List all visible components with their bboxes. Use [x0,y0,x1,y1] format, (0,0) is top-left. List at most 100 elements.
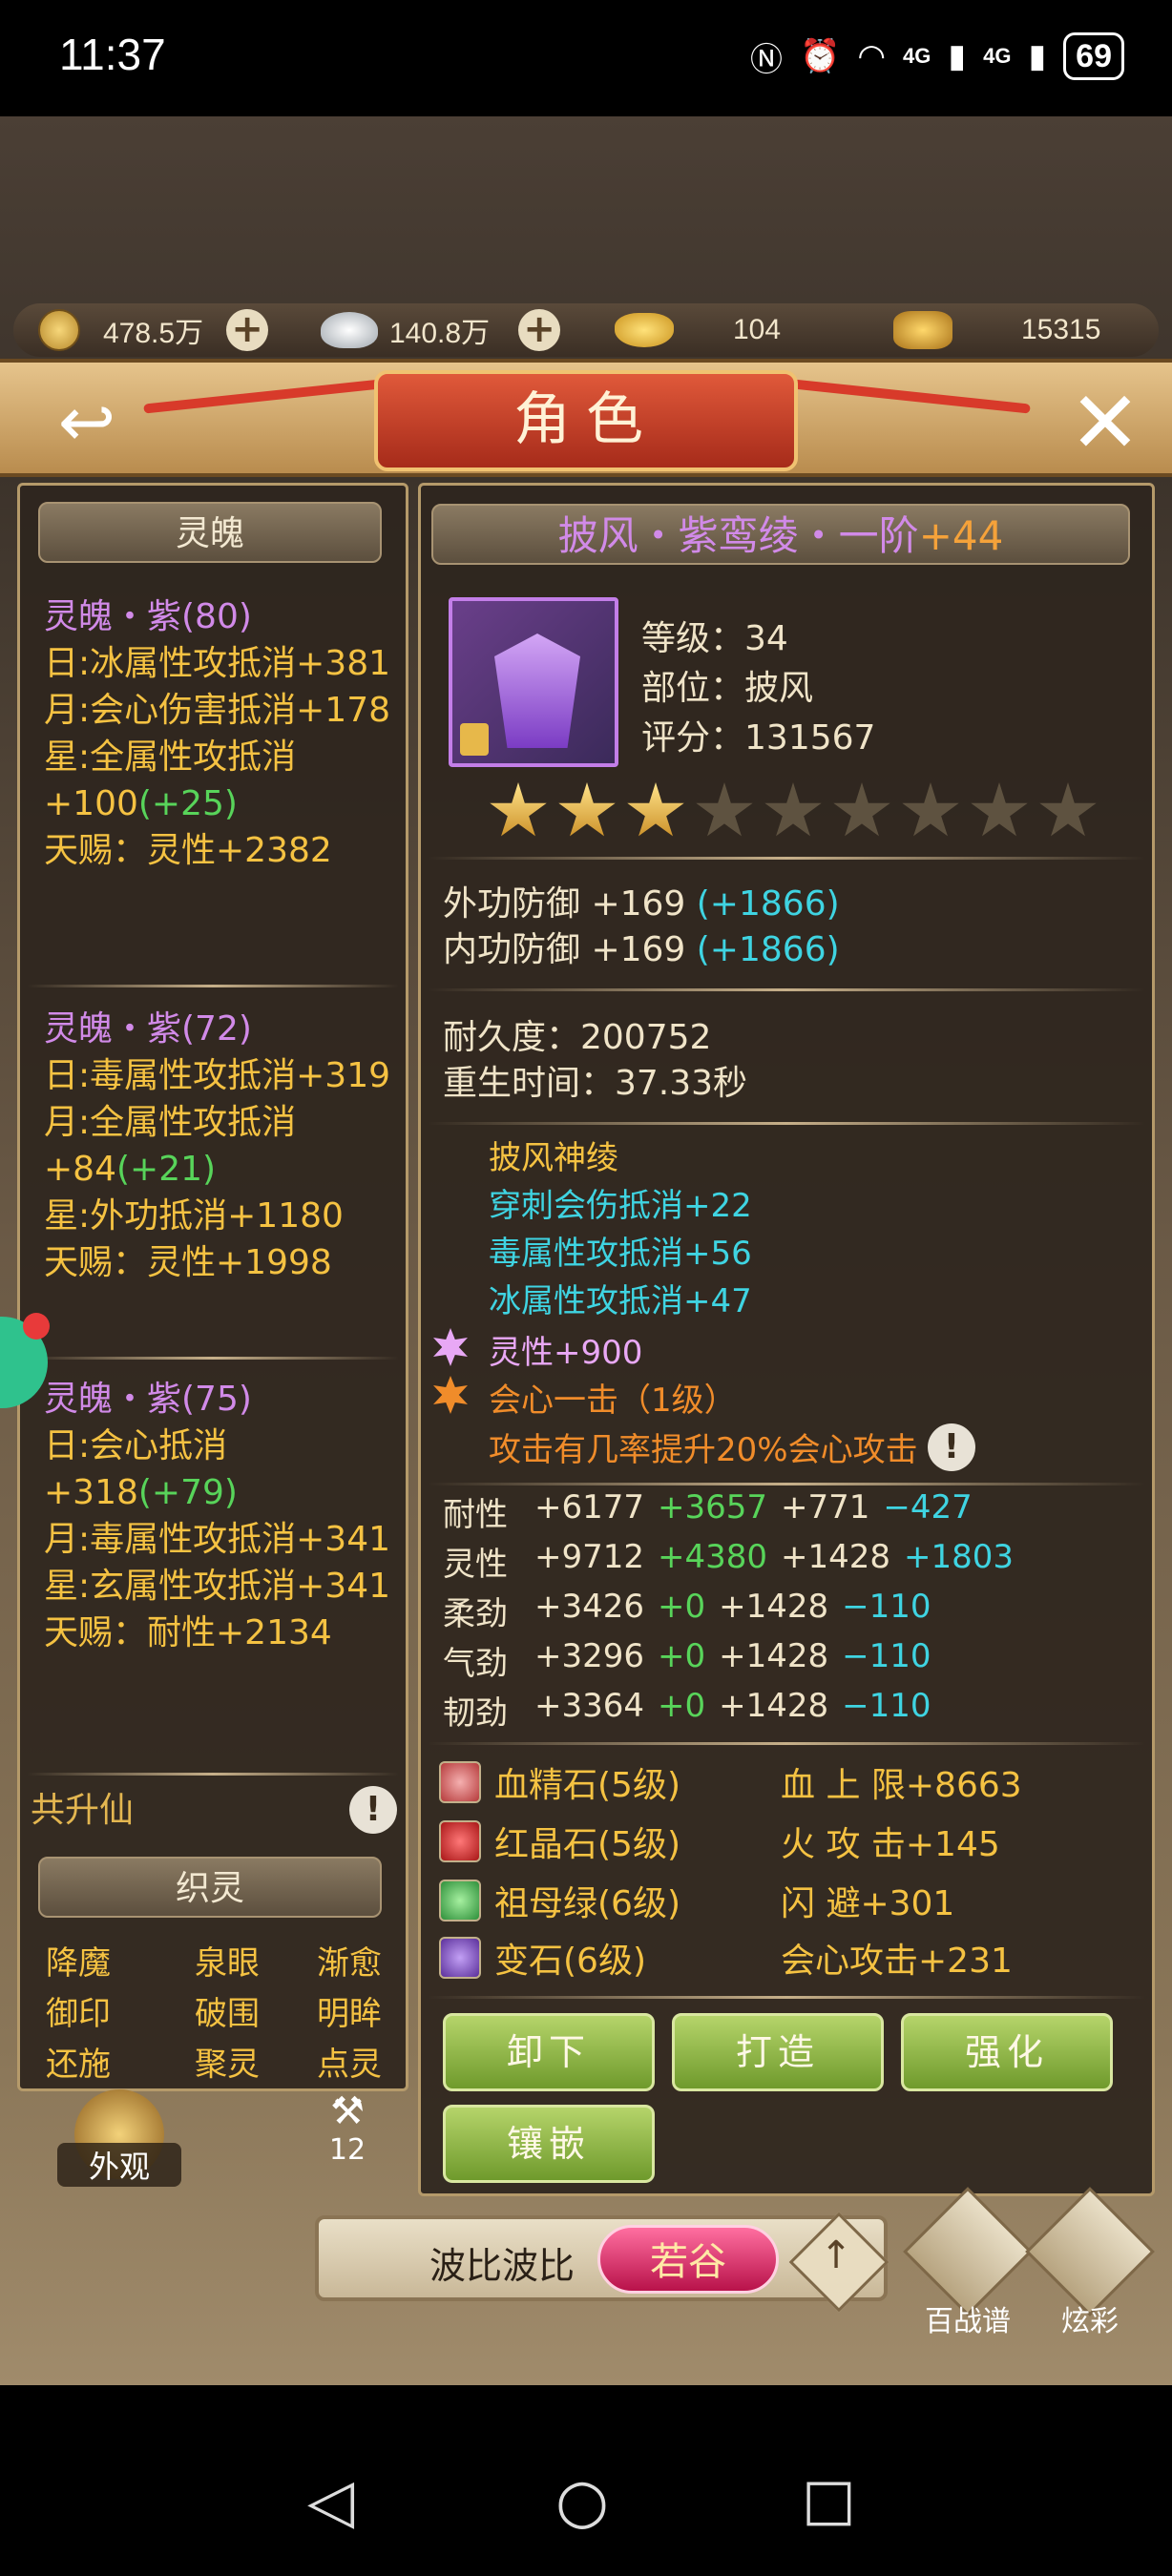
weave-skill[interactable]: 降魔 [46,1937,167,1984]
ribbon-decoration [143,378,391,414]
weave-skill[interactable]: 聚灵 [167,2038,288,2085]
gem-row[interactable]: 变石(6级) 会心攻击+231 [439,1933,1013,1983]
weave-title: 织灵 [38,1857,382,1918]
alexandrite-icon [439,1937,481,1979]
gem-row[interactable]: 祖母绿(6级) 闪 避+301 [439,1876,954,1925]
star-filled-icon [627,782,684,837]
status-icons: Ⓝ ⏰ ◠ 4G ▮ 4G ▮ 69 [750,32,1124,80]
close-button[interactable]: ✕ [1059,378,1151,469]
add-copper-button[interactable]: + [226,309,269,351]
skill-info-button[interactable]: ! [928,1423,975,1471]
attribute-row: 柔劲 +3426 +0 +1428 −110 [443,1588,931,1633]
soul-line: 星:外功抵消+1180 [44,1196,344,1236]
star-empty-icon [971,782,1028,837]
soul-group-1: 灵魄・紫(80) 日:冰属性攻抵消+381 月:会心伤害抵消+178 星:全属性… [44,593,407,874]
inlay-button[interactable]: 镶嵌 [443,2105,655,2183]
soul-line: 月:全属性攻抵消+84(+21) [44,1103,297,1189]
weave-skill[interactable]: 御印 [46,1987,167,2034]
silver-ingot-icon [321,312,378,348]
divider [428,988,1145,991]
soul-line: 天赐：灵性+1998 [44,1243,332,1282]
star-rating [489,782,1098,841]
status-bar: 11:37 Ⓝ ⏰ ◠ 4G ▮ 4G ▮ 69 [0,0,1172,116]
set-effect: 冰属性攻抵消+47 [489,1282,752,1320]
soul-group-3: 灵魄・紫(75) 日:会心抵消+318(+79) 月:毒属性攻抵消+341 星:… [44,1376,407,1656]
info-icon: ! [943,1427,960,1466]
back-arrow-icon: ↩ [57,382,116,462]
player-name-bar: 波比波比 若谷 ↑ [315,2212,889,2313]
star-empty-icon [764,782,822,837]
upgrade-title-button[interactable]: ↑ [788,2212,889,2313]
soul-group-name: 灵魄・紫(75) [44,1380,252,1419]
wifi-icon: ◠ [857,38,887,74]
back-nav-icon[interactable]: ◁ [307,2466,354,2537]
soul-line: 天赐：耐性+2134 [44,1613,332,1652]
ascension-info-button[interactable]: ! [349,1786,397,1834]
divider [27,1773,399,1776]
item-name: 披风・紫鸾绫・一阶 [557,512,919,559]
home-nav-icon[interactable]: ○ [555,2466,609,2537]
gold-ingot-icon [615,313,674,347]
clock: 11:37 [59,30,166,79]
gem-row[interactable]: 红晶石(5级) 火 攻 击+145 [439,1817,1000,1866]
divider [428,1996,1145,1999]
soul-bonus: (+21) [115,1150,217,1189]
bound-gold-icon [893,311,952,349]
notification-dot [23,1313,50,1340]
alarm-icon: ⏰ [800,38,841,74]
outfit-button[interactable]: 外观 [57,2089,181,2187]
attribute-row: 韧劲 +3364 +0 +1428 −110 [443,1687,931,1733]
hammer-count: 12 [328,2133,366,2167]
weave-skill[interactable]: 泉眼 [167,1937,288,1984]
weave-skill[interactable]: 渐愈 [287,1937,408,1984]
soul-group-name: 灵魄・紫(72) [44,1009,252,1049]
battle-codex-label: 百战谱 [925,2305,1011,2338]
outfit-label: 外观 [57,2143,181,2187]
battle-codex-button[interactable]: 百战谱 [903,2187,1033,2338]
blood-stone-icon [439,1761,481,1803]
item-cape-icon[interactable] [449,597,618,767]
colorize-button[interactable]: 炫彩 [1025,2187,1155,2338]
divider [428,1742,1145,1745]
weave-skill[interactable]: 点灵 [287,2038,408,2085]
ribbon-decoration [783,378,1031,414]
star-empty-icon [696,782,753,837]
lock-icon [460,723,489,756]
player-title-badge[interactable]: 若谷 [597,2225,779,2294]
weave-skill[interactable]: 明眸 [287,1987,408,2034]
battery-indicator: 69 [1063,32,1124,80]
cape-icon [494,634,580,748]
bound-gold-currency: 15315 [872,303,1159,357]
bound-gold-amount: 15315 [1021,314,1101,345]
weave-skill[interactable]: 还施 [46,2038,167,2085]
set-effect: 穿刺会伤抵消+22 [489,1187,752,1225]
item-slot: 部位：披风 [641,669,814,708]
title-banner: ↩ 角色 ✕ [0,359,1172,477]
weave-skill[interactable]: 破围 [167,1987,288,2034]
soul-line: 月:会心伤害抵消+178 [44,691,391,730]
star-filled-icon [490,782,547,837]
hammer-button[interactable]: ⚒ 12 [307,2089,387,2167]
inner-defense: 内功防御 +169 (+1866) [443,930,840,969]
attribute-row: 耐性 +6177 +3657 +771 −427 [443,1488,973,1534]
add-silver-button[interactable]: + [518,309,561,351]
forge-button[interactable]: 打造 [672,2013,884,2091]
respawn-time: 重生时间：37.33秒 [443,1064,748,1103]
set-effect: 毒属性攻抵消+56 [489,1235,752,1273]
back-button[interactable]: ↩ [15,384,158,460]
recents-nav-icon[interactable]: □ [802,2466,856,2533]
gem-row[interactable]: 血精石(5级) 血 上 限+8663 [439,1757,1022,1807]
colorize-label: 炫彩 [1061,2305,1119,2338]
soul-group-name: 灵魄・紫(80) [44,597,252,636]
soul-line: 天赐：灵性+2382 [44,831,332,870]
enhance-button[interactable]: 强化 [901,2013,1113,2091]
page-title: 角色 [374,370,798,471]
star-filled-icon [558,782,616,837]
attribute-row: 气劲 +3296 +0 +1428 −110 [443,1637,931,1683]
durability: 耐久度：200752 [443,1018,712,1057]
currency-bar: 478.5万 + 140.8万 + 104 15315 [13,303,1159,357]
unequip-button[interactable]: 卸下 [443,2013,655,2091]
ascension-label: 共升仙 [31,1791,135,1830]
star-empty-icon [902,782,959,837]
weave-skill-grid: 降魔 泉眼 渐愈 御印 破围 明眸 还施 聚灵 点灵 [46,1937,408,2085]
